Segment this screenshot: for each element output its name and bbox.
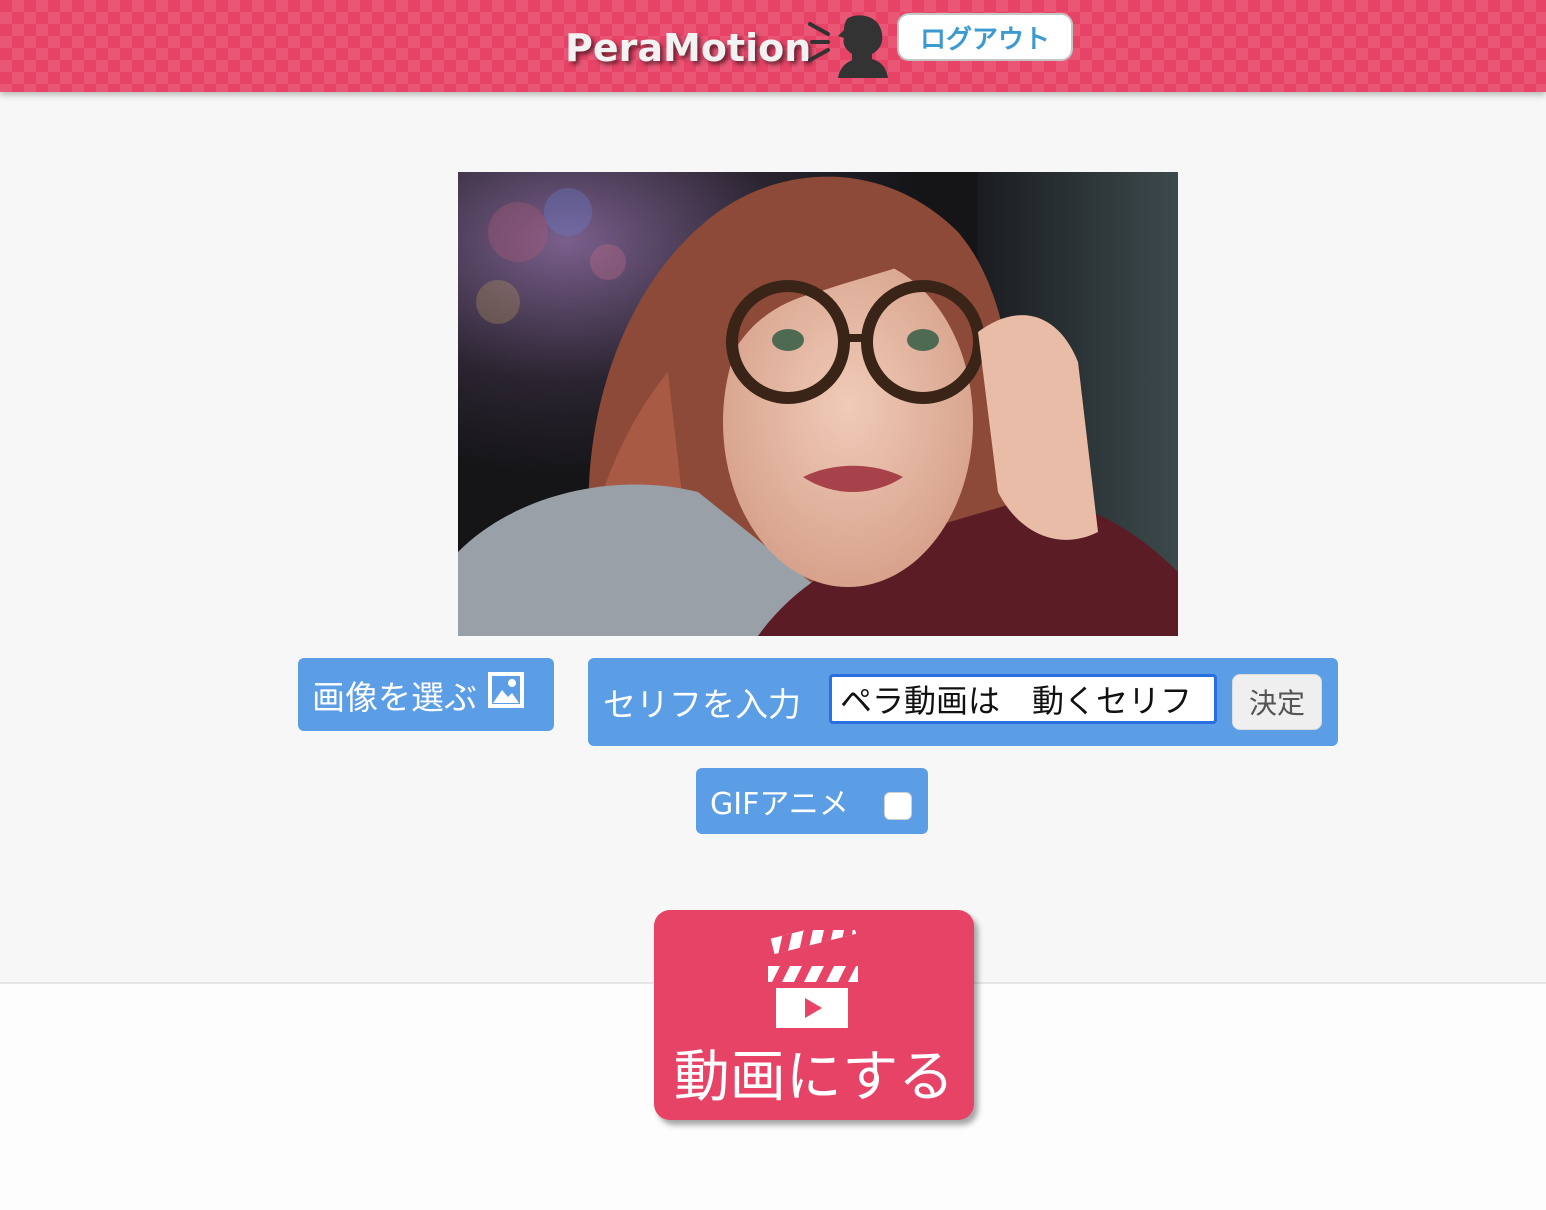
serif-label: セリフを入力 [603,685,801,724]
image-icon [488,671,524,708]
app-logo-text: PeraMotion [565,26,812,70]
make-video-button[interactable]: 動画にする [654,910,974,1120]
choose-image-button[interactable]: 画像を選ぶ [298,658,554,731]
decide-button[interactable]: 決定 [1232,674,1322,730]
gif-checkbox[interactable] [884,792,912,820]
gif-label: GIFアニメ [710,787,849,822]
make-video-label: 動画にする [673,1045,955,1110]
choose-image-label: 画像を選ぶ [312,677,477,717]
serif-input[interactable] [829,674,1217,724]
logout-button[interactable]: ログアウト [897,13,1073,61]
clapperboard-icon [768,930,858,1028]
speaking-person-icon [808,15,888,78]
app-header: PeraMotion ログアウト [0,0,1546,92]
preview-image [458,172,1178,636]
